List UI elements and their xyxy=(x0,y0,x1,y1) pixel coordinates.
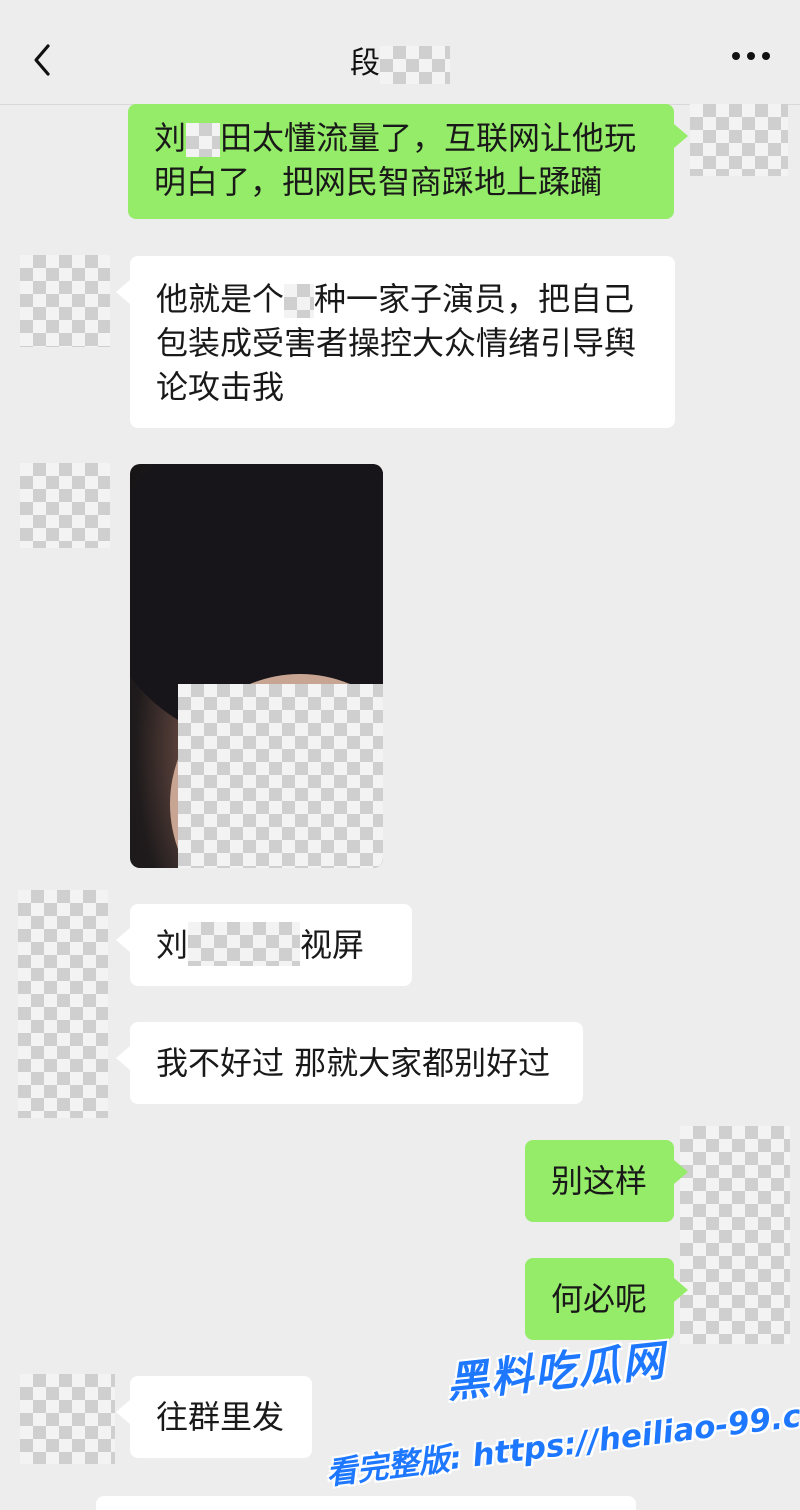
title-mosaic xyxy=(380,45,450,84)
message-bubble-sent[interactable]: 别这样 xyxy=(525,1140,688,1222)
avatar-contact[interactable] xyxy=(18,890,108,1118)
image-message[interactable] xyxy=(130,464,383,868)
avatar-contact[interactable] xyxy=(20,1374,115,1464)
message-bubble-sent[interactable]: 何必呢 xyxy=(525,1258,688,1340)
avatar-contact[interactable] xyxy=(20,255,110,347)
message-bubble-received[interactable]: 刘视屏 xyxy=(116,904,412,986)
message-bubble-sent[interactable]: 刘田太懂流量了，互联网让他玩 明白了，把网民智商踩地上蹂躏 xyxy=(128,104,688,219)
message-line: 包装成受害者操控大众情绪引导舆 xyxy=(156,324,637,362)
text-mosaic xyxy=(186,123,221,157)
message-bubble-received[interactable]: 往群里发 xyxy=(116,1376,312,1458)
message-line: 论攻击我 xyxy=(156,368,285,406)
image-mosaic xyxy=(178,684,383,868)
chat-title: 段 xyxy=(0,38,800,84)
ellipsis-icon[interactable] xyxy=(728,46,774,66)
avatar-contact[interactable] xyxy=(20,463,110,548)
text-mosaic xyxy=(188,922,301,966)
message-line: 明白了，把网民智商踩地上蹂躏 xyxy=(154,163,603,201)
chat-header: 段 xyxy=(0,0,800,105)
watermark: 黑料吃瓜网 看完整版: https://heiliao-99.com xyxy=(318,1336,800,1498)
message-line: 他就是个 种一家子演员，把自己 xyxy=(156,280,635,318)
avatar-self[interactable] xyxy=(680,1126,790,1344)
message-line: 刘田太懂流量了，互联网让他玩 xyxy=(154,119,637,157)
text-mosaic xyxy=(284,284,315,318)
message-bubble-received[interactable]: 我不好过 那就大家都别好过 xyxy=(116,1022,583,1104)
message-bubble-received[interactable]: 他就是个 种一家子演员，把自己 包装成受害者操控大众情绪引导舆 论攻击我 xyxy=(116,256,675,428)
chat-title-text: 段 xyxy=(350,46,380,81)
watermark-url: 看完整版: https://heiliao-99.com xyxy=(324,1391,800,1493)
avatar-self[interactable] xyxy=(690,104,788,176)
input-bar-edge xyxy=(96,1496,636,1510)
